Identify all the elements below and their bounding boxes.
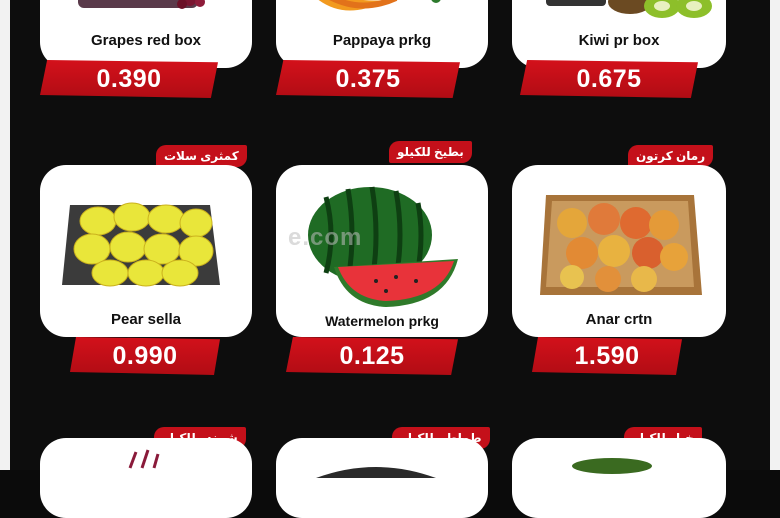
papaya-icon: [318, 0, 441, 11]
product-name: Anar crtn: [585, 311, 653, 328]
arabic-label: بطيخ للكيلو: [389, 141, 472, 163]
product-name: Grapes red box: [90, 32, 202, 49]
watermark: e.com: [288, 224, 363, 251]
product-name: Watermelon prkg: [325, 313, 439, 329]
arabic-label: رمان كرتون: [628, 145, 714, 167]
kiwi-icon: [546, 0, 712, 18]
product-card-pomegranate[interactable]: Anar crtn: [512, 165, 726, 337]
right-border: [770, 0, 780, 470]
product-card-grapes[interactable]: Grapes red box: [40, 0, 252, 68]
price-tag: 0.675: [520, 60, 698, 98]
price-tag: 0.375: [276, 60, 460, 98]
grapes-icon: [78, 0, 205, 9]
arabic-label: كمثرى سلات: [156, 145, 247, 167]
tomato-icon: [316, 467, 436, 478]
price-tag: 0.990: [70, 337, 220, 375]
product-name: Pear sella: [110, 311, 182, 328]
price-tag: 0.390: [40, 60, 218, 98]
product-name: Kiwi pr box: [578, 32, 660, 49]
left-border: [0, 0, 10, 470]
product-card-kiwi[interactable]: Kiwi pr box: [512, 0, 726, 68]
beetroot-icon: [128, 449, 160, 469]
pear-crate-icon: [62, 202, 220, 287]
product-card-papaya[interactable]: Pappaya prkg: [276, 0, 488, 68]
product-card-pear[interactable]: Pear sella: [40, 165, 252, 337]
product-card-tomato[interactable]: [276, 438, 488, 518]
product-card-cucumber[interactable]: [512, 438, 726, 518]
pomegranate-crate-icon: [540, 195, 702, 295]
product-name: Pappaya prkg: [332, 32, 432, 49]
product-card-beetroot[interactable]: [40, 438, 252, 518]
price-tag: 0.125: [286, 337, 458, 375]
price-tag: 1.590: [532, 337, 682, 375]
cucumber-icon: [572, 458, 652, 474]
